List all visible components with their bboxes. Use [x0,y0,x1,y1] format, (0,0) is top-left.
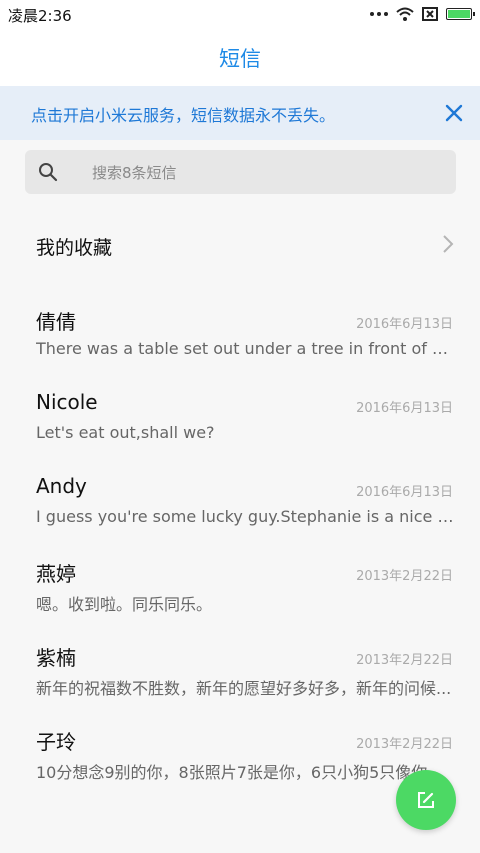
favorites-label: 我的收藏 [36,237,113,259]
status-icons [370,5,475,23]
message-preview: I guess you're some lucky guy.Stephanie … [36,507,454,526]
status-bar: 凌晨2:36 [0,0,480,28]
contact-name: 倩倩 [36,310,76,334]
message-row[interactable]: 紫楠 2013年2月22日 新年的祝福数不胜数，新年的愿望好多好多，新年的问候.… [0,642,480,722]
more-dots-icon [370,5,388,23]
status-time: 凌晨2:36 [8,7,72,25]
favorites-row[interactable]: 我的收藏 [0,212,480,276]
battery-icon [446,8,475,20]
message-date: 2013年2月22日 [356,569,453,584]
message-preview: 10分想念9别的你，8张照片7张是你，6只小狗5只像你，4... [36,763,454,782]
search-placeholder: 搜索8条短信 [92,164,177,182]
message-date: 2013年2月22日 [356,737,453,752]
contact-name: 紫楠 [36,646,76,670]
search-input[interactable]: 搜索8条短信 [25,150,456,194]
message-date: 2016年6月13日 [356,401,453,416]
app-header: 短信 [0,28,480,86]
contact-name: Nicole [36,390,98,414]
message-date: 2016年6月13日 [356,485,453,500]
banner-text[interactable]: 点击开启小米云服务，短信数据永不丢失。 [31,102,335,126]
message-row[interactable]: 燕婷 2013年2月22日 嗯。收到啦。同乐同乐。 [0,558,480,638]
message-preview: Let's eat out,shall we? [36,423,215,442]
message-preview: 嗯。收到啦。同乐同乐。 [36,595,213,614]
message-row[interactable]: Andy 2016年6月13日 I guess you're some luck… [0,474,480,554]
compose-button[interactable] [396,770,456,830]
page-title: 短信 [219,47,261,71]
message-preview: There was a table set out under a tree i… [36,339,454,358]
message-row[interactable]: Nicole 2016年6月13日 Let's eat out,shall we… [0,390,480,470]
sim-off-icon [422,7,438,21]
contact-name: Andy [36,474,87,498]
cloud-banner[interactable]: 点击开启小米云服务，短信数据永不丢失。 [0,86,480,140]
search-icon [39,163,58,182]
message-date: 2016年6月13日 [356,317,453,332]
wifi-icon [396,7,414,21]
contact-name: 子玲 [36,730,76,754]
message-date: 2013年2月22日 [356,653,453,668]
chevron-right-icon [443,235,454,253]
message-row[interactable]: 倩倩 2016年6月13日 There was a table set out … [0,306,480,386]
contact-name: 燕婷 [36,562,76,586]
compose-icon [418,792,434,808]
close-icon[interactable] [442,101,466,125]
message-preview: 新年的祝福数不胜数，新年的愿望好多好多，新年的问候... [36,679,452,698]
